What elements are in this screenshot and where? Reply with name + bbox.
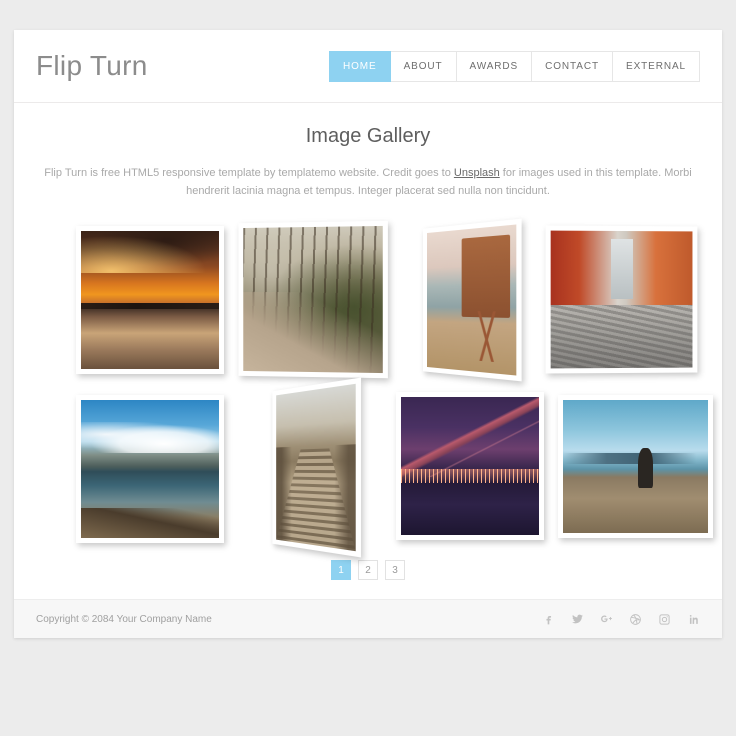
- site-footer: Copyright © 2084 Your Company Name: [14, 599, 722, 639]
- social-links: [542, 613, 700, 626]
- site-container: Flip Turn HOME ABOUT AWARDS CONTACT EXTE…: [14, 30, 722, 639]
- twitter-icon[interactable]: [571, 613, 584, 626]
- gallery-item-3[interactable]: [422, 218, 522, 382]
- dribbble-icon[interactable]: [629, 613, 642, 626]
- linkedin-icon[interactable]: [687, 613, 700, 626]
- copyright-text: Copyright © 2084 Your Company Name: [36, 613, 212, 625]
- page-root: Flip Turn HOME ABOUT AWARDS CONTACT EXTE…: [0, 0, 736, 736]
- gallery-image-7: [401, 397, 539, 536]
- gallery-image-8: [563, 400, 708, 534]
- intro-text-before: Flip Turn is free HTML5 responsive templ…: [44, 167, 454, 179]
- site-logo[interactable]: Flip Turn: [36, 52, 148, 80]
- gallery-image-6: [276, 384, 356, 552]
- gallery-item-1[interactable]: [76, 226, 224, 375]
- gallery-item-4[interactable]: [545, 225, 698, 374]
- gallery-image-3: [427, 224, 517, 376]
- gallery-item-6[interactable]: [272, 377, 362, 558]
- nav-item-contact[interactable]: CONTACT: [532, 50, 613, 82]
- pagination-page-1[interactable]: 1: [331, 560, 351, 581]
- gallery-image-1: [81, 231, 219, 370]
- gallery-image-4: [550, 230, 693, 369]
- gallery-item-7[interactable]: [396, 392, 544, 541]
- image-gallery: [38, 218, 713, 558]
- intro-paragraph: Flip Turn is free HTML5 responsive templ…: [43, 164, 693, 200]
- nav-item-home[interactable]: HOME: [328, 50, 391, 82]
- google-plus-icon[interactable]: [600, 613, 613, 626]
- main-navigation: HOME ABOUT AWARDS CONTACT EXTERNAL: [328, 50, 700, 82]
- pagination: 1 2 3: [38, 560, 698, 581]
- nav-item-about[interactable]: ABOUT: [390, 50, 457, 82]
- page-title: Image Gallery: [305, 125, 431, 147]
- unsplash-link[interactable]: Unsplash: [454, 167, 500, 179]
- site-header: Flip Turn HOME ABOUT AWARDS CONTACT EXTE…: [14, 30, 722, 103]
- gallery-image-2: [243, 226, 383, 374]
- main-content: Image Gallery Flip Turn is free HTML5 re…: [14, 103, 722, 581]
- instagram-icon[interactable]: [658, 613, 671, 626]
- nav-item-awards[interactable]: AWARDS: [456, 50, 533, 82]
- gallery-item-5[interactable]: [76, 395, 224, 544]
- gallery-image-5: [81, 400, 219, 539]
- nav-item-external[interactable]: EXTERNAL: [613, 50, 700, 82]
- gallery-item-8[interactable]: [558, 395, 713, 539]
- pagination-page-3[interactable]: 3: [385, 560, 405, 581]
- facebook-icon[interactable]: [542, 613, 555, 626]
- gallery-item-2[interactable]: [238, 221, 388, 379]
- pagination-page-2[interactable]: 2: [358, 560, 378, 581]
